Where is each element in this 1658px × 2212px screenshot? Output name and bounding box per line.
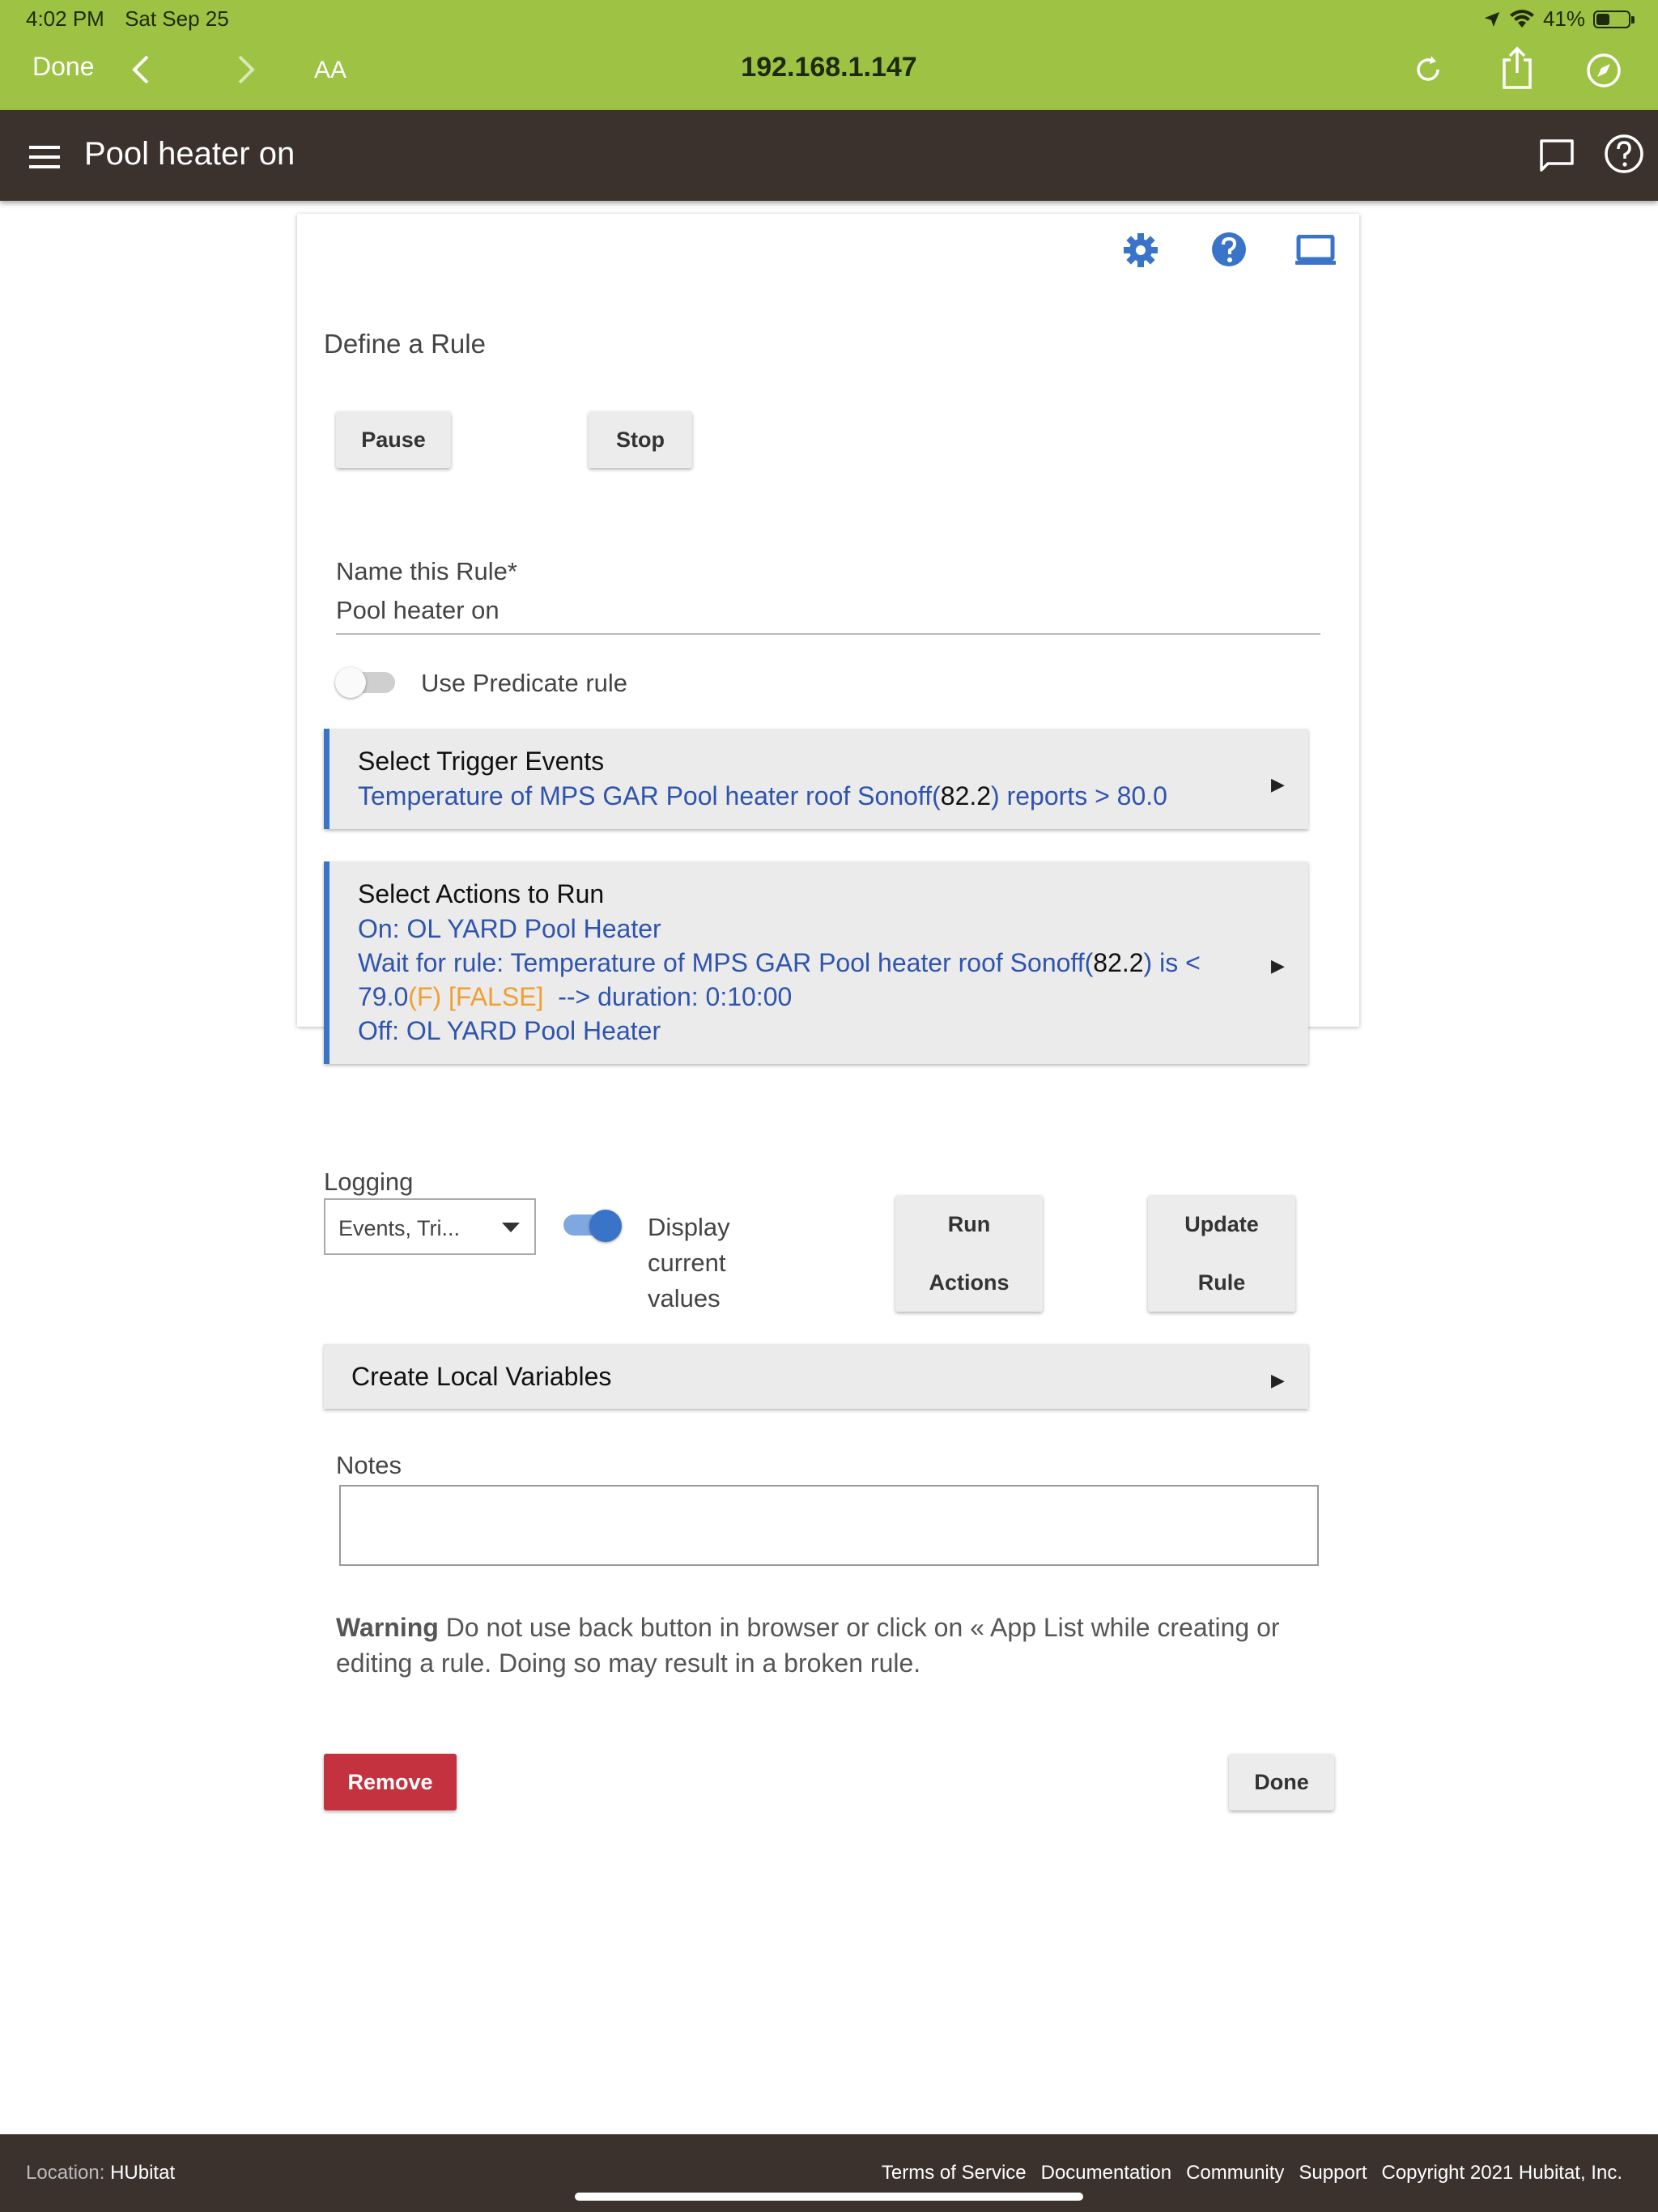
warning-text: Warning Do not use back button in browse… bbox=[336, 1613, 1280, 1678]
rule-heading: Define a Rule bbox=[324, 329, 486, 359]
footer-location: Location: HUbitat bbox=[26, 2162, 176, 2184]
pause-button[interactable]: Pause bbox=[336, 411, 451, 468]
remove-button[interactable]: Remove bbox=[324, 1754, 457, 1810]
status-clock: 4:02 PM bbox=[26, 6, 104, 31]
laptop-icon[interactable] bbox=[1295, 235, 1336, 266]
name-field-label: Name this Rule* bbox=[336, 557, 517, 585]
predicate-label: Use Predicate rule bbox=[421, 669, 628, 697]
stop-button[interactable]: Stop bbox=[589, 411, 692, 468]
dropdown-arrow-icon bbox=[502, 1223, 520, 1232]
support-link[interactable]: Support bbox=[1299, 2162, 1367, 2184]
local-variables-title: Create Local Variables bbox=[351, 1362, 612, 1391]
documentation-link[interactable]: Documentation bbox=[1041, 2162, 1171, 2184]
expand-arrow-icon[interactable]: ▶ bbox=[1271, 1370, 1285, 1391]
community-link[interactable]: Community bbox=[1186, 2162, 1284, 2184]
terms-link[interactable]: Terms of Service bbox=[882, 2162, 1027, 2184]
help-icon[interactable] bbox=[1603, 133, 1645, 175]
trigger-description: Temperature of MPS GAR Pool heater roof … bbox=[358, 781, 1167, 810]
logging-select-value: Events, Tri... bbox=[338, 1216, 461, 1240]
url-field[interactable]: 192.168.1.147 bbox=[0, 52, 1658, 83]
display-values-label: Display current values bbox=[648, 1213, 730, 1312]
action-line: Wait for rule: Temperature of MPS GAR Po… bbox=[358, 948, 1201, 977]
run-actions-button[interactable]: Run Actions bbox=[895, 1195, 1043, 1312]
copyright-text: Copyright 2021 Hubitat, Inc. bbox=[1381, 2162, 1622, 2184]
battery-percent: 41% bbox=[1542, 6, 1585, 31]
status-indicators: 41% bbox=[1483, 6, 1635, 32]
action-line: On: OL YARD Pool Heater bbox=[358, 914, 661, 943]
logging-select[interactable]: Events, Tri... bbox=[324, 1198, 536, 1255]
actions-title: Select Actions to Run bbox=[358, 879, 605, 908]
share-icon[interactable] bbox=[1499, 45, 1535, 91]
update-rule-button[interactable]: Update Rule bbox=[1148, 1195, 1295, 1312]
expand-arrow-icon[interactable]: ▶ bbox=[1271, 774, 1285, 795]
rule-name-input[interactable]: Pool heater on bbox=[336, 596, 1320, 635]
location-arrow-icon bbox=[1484, 11, 1500, 27]
compass-icon[interactable] bbox=[1585, 52, 1622, 89]
page-title: Pool heater on bbox=[84, 136, 295, 172]
trigger-events-title: Select Trigger Events bbox=[358, 747, 605, 776]
expand-arrow-icon[interactable]: ▶ bbox=[1271, 955, 1285, 976]
chat-icon[interactable] bbox=[1538, 138, 1575, 173]
action-line: Off: OL YARD Pool Heater bbox=[358, 1016, 661, 1045]
action-line: 79.0(F) [FALSE] --> duration: 0:10:00 bbox=[358, 982, 793, 1011]
wifi-icon bbox=[1509, 9, 1534, 28]
notes-textarea[interactable] bbox=[339, 1485, 1319, 1566]
hamburger-menu-icon[interactable] bbox=[29, 144, 62, 170]
status-time: 4:02 PM Sat Sep 25 bbox=[26, 6, 229, 32]
display-values-toggle-knob[interactable] bbox=[589, 1210, 622, 1242]
settings-gear-icon[interactable] bbox=[1122, 232, 1159, 269]
predicate-toggle-knob[interactable] bbox=[335, 667, 366, 698]
logging-label: Logging bbox=[324, 1168, 414, 1196]
footer-location-value: HUbitat bbox=[110, 2162, 176, 2184]
footer-links: Terms of Service Documentation Community… bbox=[882, 2162, 1622, 2184]
battery-icon bbox=[1593, 10, 1635, 28]
home-indicator[interactable] bbox=[575, 2193, 1083, 2201]
notes-label: Notes bbox=[336, 1451, 402, 1479]
done-button[interactable]: Done bbox=[1229, 1754, 1334, 1810]
status-date: Sat Sep 25 bbox=[125, 6, 229, 31]
reload-icon[interactable] bbox=[1412, 53, 1444, 86]
help-circle-icon[interactable] bbox=[1209, 230, 1248, 269]
